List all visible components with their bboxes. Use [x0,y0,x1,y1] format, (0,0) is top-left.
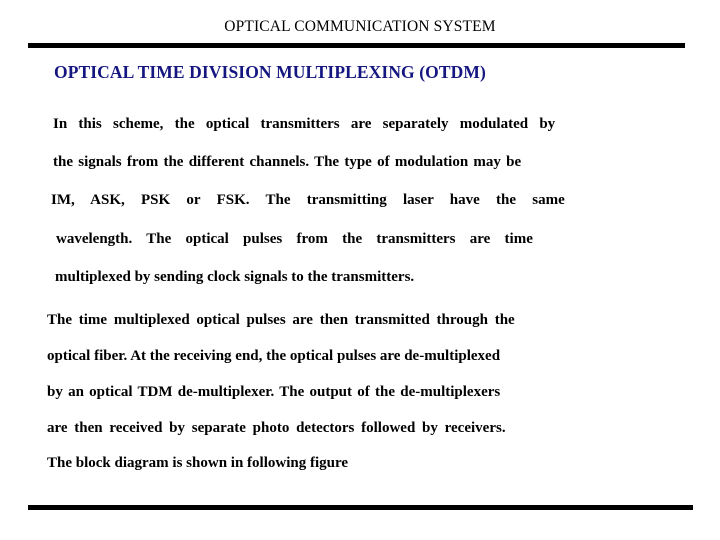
body-text-line: are then received by separate photo dete… [47,420,506,436]
body-text-line: wavelength. The optical pulses from the … [56,231,533,247]
header-divider-rule [28,43,685,48]
footer-divider-rule [28,505,693,510]
body-text-line: The block diagram is shown in following … [47,455,349,471]
body-text-line: optical fiber. At the receiving end, the… [47,348,501,364]
body-text-line: IM, ASK, PSK or FSK. The transmitting la… [51,192,565,208]
body-text-line: The time multiplexed optical pulses are … [47,312,515,328]
page-title: OPTICAL COMMUNICATION SYSTEM [224,18,496,35]
slide-header: OPTICAL COMMUNICATION SYSTEM [0,18,720,36]
section-heading: OPTICAL TIME DIVISION MULTIPLEXING (OTDM… [54,62,486,82]
body-text-line: In this scheme, the optical transmitters… [53,116,556,132]
body-text-line: multiplexed by sending clock signals to … [55,269,415,285]
slide-canvas: OPTICAL COMMUNICATION SYSTEM OPTICAL TIM… [0,0,720,540]
body-text-line: by an optical TDM de-multiplexer. The ou… [47,384,501,400]
body-text-line: the signals from the different channels.… [53,154,522,170]
